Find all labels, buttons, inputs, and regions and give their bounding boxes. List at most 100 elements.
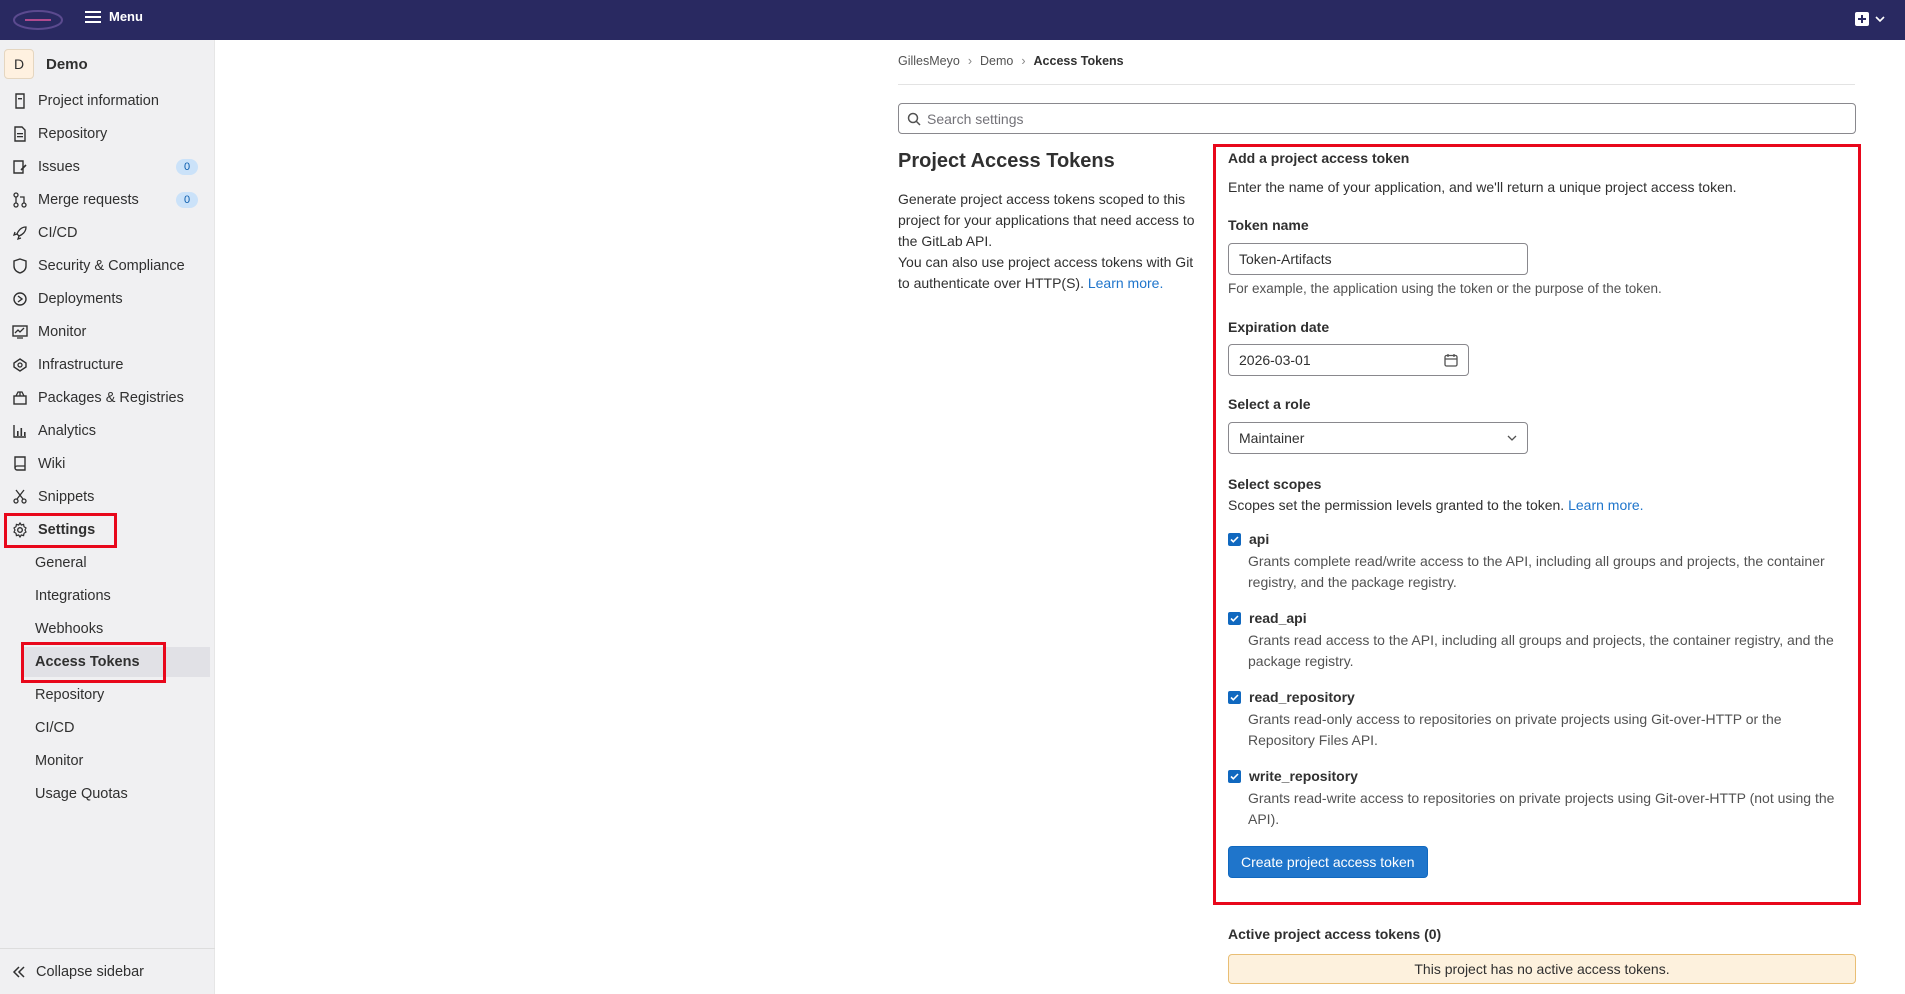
scope-description: Grants complete read/write access to the…	[1248, 553, 1825, 590]
learn-more-link[interactable]: Learn more.	[1088, 275, 1163, 291]
sidebar-item-cicd[interactable]: CI/CD	[0, 218, 210, 248]
read-repository-checkbox[interactable]	[1228, 690, 1241, 704]
sidebar-item-label: Monitor	[38, 324, 87, 340]
project-header[interactable]: D Demo	[4, 49, 88, 79]
empty-tokens-alert: This project has no active access tokens…	[1228, 954, 1856, 984]
sidebar-item-packages-registries[interactable]: Packages & Registries	[0, 383, 210, 413]
sidebar-item-label: Merge requests	[38, 192, 139, 208]
settings-sub-usage-quotas[interactable]: Usage Quotas	[22, 779, 210, 809]
menu-label: Menu	[109, 9, 143, 24]
create-token-button[interactable]: Create project access token	[1228, 846, 1428, 878]
shield-icon	[13, 258, 27, 274]
scope-name: read_repository	[1249, 689, 1355, 705]
sidebar-item-snippets[interactable]: Snippets	[0, 482, 210, 512]
sidebar-item-label: Wiki	[38, 456, 66, 472]
sidebar-item-label: Infrastructure	[38, 357, 124, 373]
role-select[interactable]: Maintainer	[1228, 422, 1528, 454]
search-settings-field[interactable]	[898, 103, 1856, 134]
settings-sub-monitor[interactable]: Monitor	[22, 746, 210, 776]
sidebar-item-security-compliance[interactable]: Security & Compliance	[0, 251, 210, 281]
settings-sub-general[interactable]: General	[22, 548, 210, 578]
scope-description: Grants read-only access to repositories …	[1248, 711, 1782, 748]
settings-sub-repository[interactable]: Repository	[22, 680, 210, 710]
rocket-icon	[12, 226, 27, 241]
expiration-label: Expiration date	[1228, 319, 1330, 335]
sidebar-item-infrastructure[interactable]: Infrastructure	[0, 350, 210, 380]
scopes-label: Select scopes	[1228, 476, 1322, 492]
api-checkbox[interactable]	[1228, 532, 1241, 546]
sidebar-item-project-information[interactable]: Project information	[0, 86, 210, 116]
sidebar-item-label: Settings	[38, 522, 96, 538]
check-icon	[1230, 772, 1239, 780]
book-icon	[14, 456, 26, 471]
sidebar-item-monitor[interactable]: Monitor	[0, 317, 210, 347]
settings-sub-integrations[interactable]: Integrations	[22, 581, 210, 611]
project-info-icon	[15, 93, 25, 109]
read-api-checkbox[interactable]	[1228, 611, 1241, 625]
scope-item-read-api: read_api Grants read access to the API, …	[1228, 610, 1838, 672]
chevron-down-icon	[1875, 16, 1885, 23]
scope-description: Grants read-write access to repositories…	[1248, 790, 1835, 827]
token-name-help: For example, the application using the t…	[1228, 281, 1662, 296]
settings-sub-webhooks[interactable]: Webhooks	[22, 614, 210, 644]
chevron-right-icon: ›	[1021, 54, 1026, 68]
settings-sub-cicd[interactable]: CI/CD	[22, 713, 210, 743]
repository-icon	[14, 126, 26, 142]
expiration-date-field[interactable]: 2026-03-01	[1228, 344, 1469, 376]
sidebar-item-wiki[interactable]: Wiki	[0, 449, 210, 479]
deployments-icon	[13, 292, 27, 306]
sidebar-item-issues[interactable]: Issues 0	[0, 152, 210, 182]
section-description: Generate project access tokens scoped to…	[898, 189, 1198, 294]
search-input[interactable]	[927, 110, 1827, 127]
sidebar-item-settings[interactable]: Settings	[0, 515, 210, 545]
merge-requests-count-badge: 0	[176, 192, 198, 208]
collapse-sidebar-button[interactable]: Collapse sidebar	[0, 948, 215, 994]
sidebar-item-label: Snippets	[38, 489, 95, 505]
plus-square-icon	[1855, 12, 1869, 26]
calendar-icon[interactable]	[1444, 353, 1458, 367]
project-name: Demo	[46, 55, 88, 73]
breadcrumb-current[interactable]: Access Tokens	[1034, 54, 1124, 68]
cloud-icon	[13, 358, 27, 372]
token-name-field[interactable]: Token-Artifacts	[1228, 243, 1528, 275]
sidebar-item-deployments[interactable]: Deployments	[0, 284, 210, 314]
menu-button[interactable]: Menu	[85, 9, 143, 24]
sidebar-item-label: Deployments	[38, 291, 123, 307]
scope-item-read-repository: read_repository Grants read-only access …	[1228, 689, 1838, 751]
sidebar-item-label: CI/CD	[38, 225, 78, 241]
breadcrumb: GillesMeyo › Demo › Access Tokens	[898, 54, 1124, 68]
settings-sub-access-tokens[interactable]: Access Tokens	[22, 647, 210, 677]
sidebar-item-label: Analytics	[38, 423, 97, 439]
brand-logo[interactable]	[12, 8, 64, 32]
search-icon	[907, 112, 921, 126]
gear-icon	[13, 522, 27, 538]
divider	[898, 84, 1855, 85]
scopes-learn-more-link[interactable]: Learn more.	[1568, 497, 1643, 513]
collapse-sidebar-label: Collapse sidebar	[36, 963, 145, 980]
sidebar: D Demo Project information Repository Is…	[0, 40, 215, 994]
chevron-right-icon: ›	[967, 54, 972, 68]
check-icon	[1230, 614, 1239, 622]
description-line-1: Generate project access tokens scoped to…	[898, 191, 1195, 249]
write-repository-checkbox[interactable]	[1228, 769, 1241, 783]
breadcrumb-namespace[interactable]: GillesMeyo	[898, 54, 960, 68]
breadcrumb-project[interactable]: Demo	[980, 54, 1013, 68]
role-selected-value: Maintainer	[1239, 430, 1305, 446]
sidebar-item-merge-requests[interactable]: Merge requests 0	[0, 185, 210, 215]
sidebar-item-analytics[interactable]: Analytics	[0, 416, 210, 446]
new-dropdown[interactable]	[1855, 12, 1885, 26]
monitor-icon	[12, 325, 28, 339]
scope-name: write_repository	[1249, 768, 1358, 784]
scope-item-write-repository: write_repository Grants read-write acces…	[1228, 768, 1838, 830]
top-navbar: Menu	[0, 0, 1905, 40]
issues-count-badge: 0	[176, 159, 198, 175]
scope-description: Grants read access to the API, including…	[1248, 632, 1834, 669]
analytics-icon	[13, 425, 26, 438]
sidebar-item-label: Repository	[38, 126, 108, 142]
sidebar-item-repository[interactable]: Repository	[0, 119, 210, 149]
scopes-help-text: Scopes set the permission levels granted…	[1228, 497, 1565, 513]
expiration-date-value: 2026-03-01	[1239, 352, 1311, 368]
scopes-help: Scopes set the permission levels granted…	[1228, 497, 1644, 513]
package-icon	[13, 391, 27, 405]
merge-request-icon	[13, 192, 27, 208]
